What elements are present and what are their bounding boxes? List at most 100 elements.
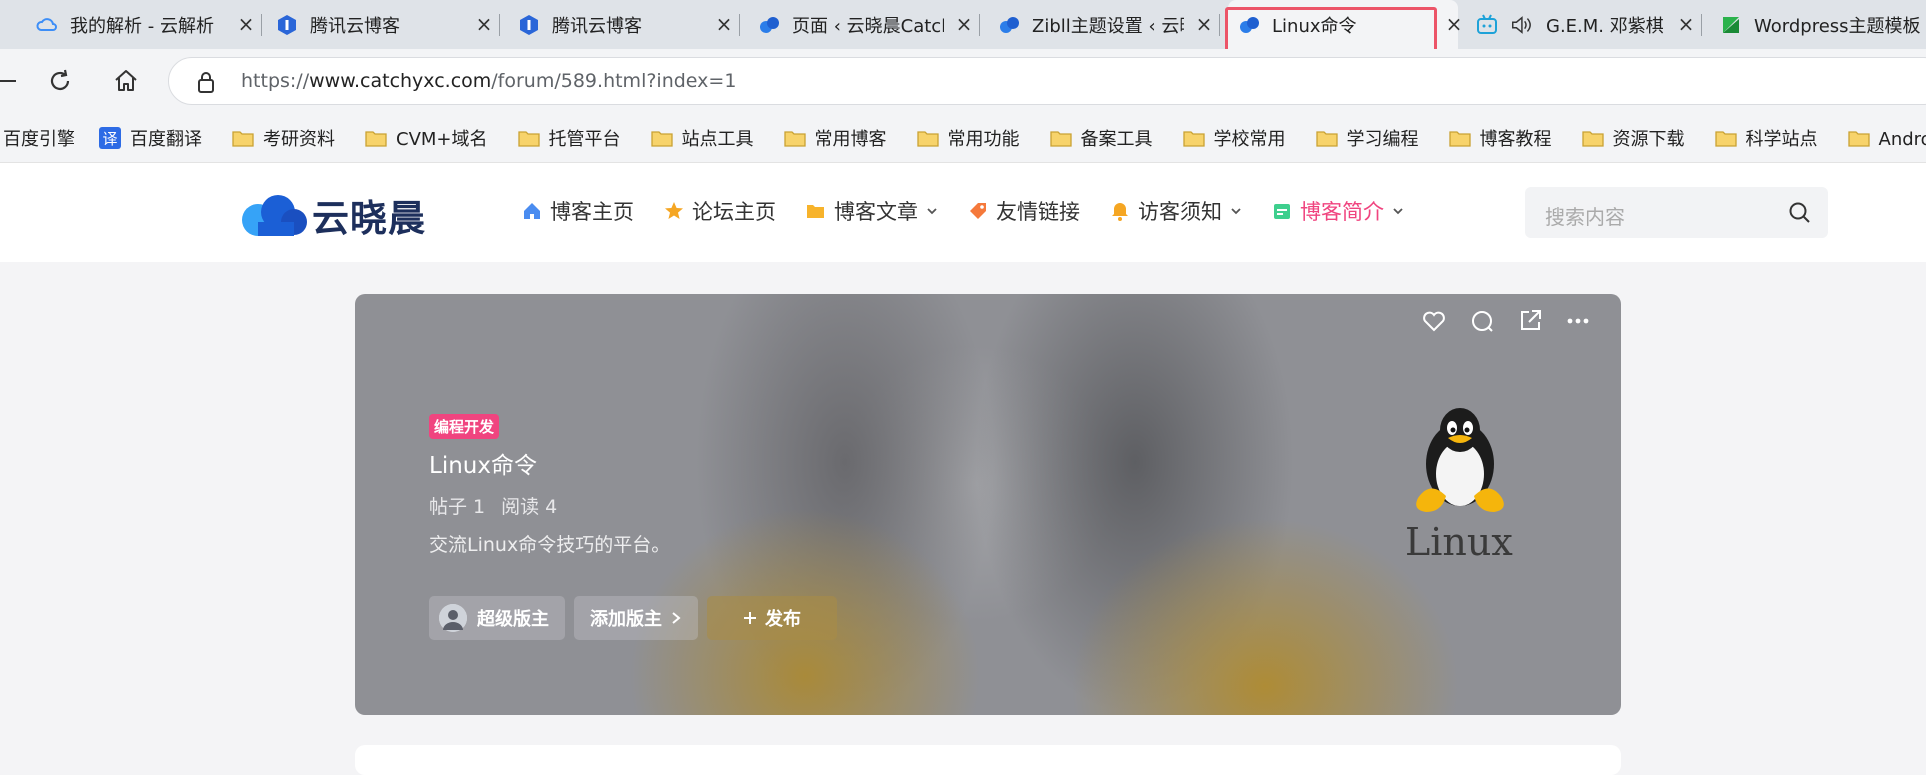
forum-description: 交流Linux命令技巧的平台。 [429,530,670,557]
read-count: 阅读 4 [501,492,557,519]
linux-logo-text: Linux [1405,520,1513,564]
comment-icon[interactable] [1469,308,1495,334]
chevron-down-icon [1392,205,1404,217]
tab-wordpress[interactable]: Wordpress主题模板 [1720,0,1926,49]
nav-label: 博客简介 [1300,196,1384,226]
url-scheme: https:// [241,70,309,92]
tab-zibll[interactable]: Zibll主题设置 ‹ 云晓晨 × [998,0,1214,49]
bookmark-baidu[interactable]: 百度引擎 [3,125,75,151]
folder-icon [651,129,673,147]
folder-icon [784,129,806,147]
forum-hero-card: 编程开发 Linux命令 帖子 1 阅读 4 交流Linux命令技巧的平台。 超… [355,294,1621,715]
add-moderator-button[interactable]: 添加版主 [574,596,698,640]
moderator-label: 超级版主 [477,605,549,631]
close-icon[interactable]: × [1444,14,1464,34]
reload-icon [47,68,73,94]
speaker-icon[interactable] [1510,14,1532,36]
bookmark-translate[interactable]: 译 百度翻译 [99,125,202,151]
bookmark-folder[interactable]: Android开发 [1848,125,1926,151]
chevron-down-icon [926,205,938,217]
post-count: 帖子 1 [429,492,485,519]
bookmark-folder[interactable]: 学校常用 [1183,125,1286,151]
bookmark-folder[interactable]: 站点工具 [651,125,754,151]
tab-divider [1219,14,1220,36]
home-icon [522,201,542,221]
tencent-cloud-icon [518,14,540,36]
publish-button[interactable]: 发布 [707,596,837,640]
close-icon[interactable]: × [236,14,256,34]
hero-actions [1399,308,1591,334]
folder-icon [1449,129,1471,147]
lock-icon[interactable] [195,70,217,98]
tab-title: 我的解析 - 云解析 [70,12,220,38]
bookmark-folder[interactable]: 博客教程 [1449,125,1552,151]
close-icon[interactable]: × [1194,14,1214,34]
nav-blog-articles[interactable]: 博客文章 [806,196,938,226]
browser-tabstrip: 我的解析 - 云解析 × 腾讯云博客 × 腾讯云博客 × 页面 ‹ 云晓晨Cat… [0,0,1926,49]
site-logo[interactable]: 云晓晨 [238,192,426,238]
category-badge[interactable]: 编程开发 [429,414,499,439]
nav-friend-links[interactable]: 友情链接 [968,196,1080,226]
tab-title: 页面 ‹ 云晓晨Catchyxc [792,12,944,38]
heart-icon[interactable] [1421,308,1447,334]
tab-dns[interactable]: 我的解析 - 云解析 × [36,0,256,49]
close-icon[interactable]: × [474,14,494,34]
folder-icon [917,129,939,147]
url-bar[interactable]: https://www.catchyxc.com/forum/589.html?… [168,57,1926,105]
folder-icon [365,129,387,147]
more-icon[interactable] [1565,308,1591,334]
close-icon[interactable]: × [1676,14,1696,34]
bookmark-folder[interactable]: 资源下载 [1582,125,1685,151]
close-icon[interactable]: × [714,14,734,34]
nav-blog-intro[interactable]: 博客简介 [1272,196,1404,226]
publish-label: 发布 [765,605,801,631]
nav-blog-home[interactable]: 博客主页 [522,196,634,226]
nav-visitor-notice[interactable]: 访客须知 [1110,196,1242,226]
bookmark-folder[interactable]: 托管平台 [518,125,621,151]
home-button[interactable] [108,63,144,99]
cloud-dns-icon [36,14,58,36]
tab-tencent-2[interactable]: 腾讯云博客 × [518,0,734,49]
site-logo-icon [998,14,1020,36]
tab-divider [739,14,740,36]
nav-label: 博客主页 [550,196,634,226]
share-icon[interactable] [1517,308,1543,334]
moderator-button[interactable]: 超级版主 [429,596,565,640]
bookmark-folder[interactable]: 科学站点 [1715,125,1818,151]
folder-icon [232,129,254,147]
tab-linux-active[interactable]: Linux命令 × [1228,0,1458,49]
bookmark-folder[interactable]: CVM+域名 [365,125,488,151]
bookmark-folder[interactable]: 学习编程 [1316,125,1419,151]
folder-icon [1050,129,1072,147]
bookmark-label: 百度引擎 [3,125,75,151]
avatar [439,604,467,632]
close-icon[interactable]: × [954,14,974,34]
tab-title: Wordpress主题模板 [1754,12,1924,38]
bookmark-label: 常用功能 [948,125,1020,151]
bookmark-folder[interactable]: 常用博客 [784,125,887,151]
folder-icon [1183,129,1205,147]
site-logo-icon [758,14,780,36]
tab-divider [979,14,980,36]
url-host: www.catchyxc.com [309,70,491,92]
tab-divider [261,14,262,36]
back-button[interactable] [0,63,26,99]
reload-button[interactable] [42,63,78,99]
bookmark-label: 百度翻译 [130,125,202,151]
site-header: 云晓晨 博客主页 论坛主页 博客文章 友情链接 访客须知 博客简介 [0,163,1926,262]
bookmark-folder[interactable]: 备案工具 [1050,125,1153,151]
bookmark-label: 学习编程 [1347,125,1419,151]
search-box[interactable]: 搜索内容 [1525,187,1828,238]
tab-pages[interactable]: 页面 ‹ 云晓晨Catchyxc × [758,0,974,49]
tab-partial[interactable] [0,0,8,49]
tab-tencent-1[interactable]: 腾讯云博客 × [276,0,494,49]
nav-forum-home[interactable]: 论坛主页 [664,196,776,226]
bookmark-label: 科学站点 [1746,125,1818,151]
main-nav: 博客主页 论坛主页 博客文章 友情链接 访客须知 博客简介 [522,196,1434,226]
tab-gem[interactable]: G.E.M. 邓紫棋 × [1476,0,1696,49]
bookmark-label: 学校常用 [1214,125,1286,151]
chevron-right-icon [670,611,682,625]
linux-tux-icon [1400,402,1520,517]
bookmark-folder[interactable]: 考研资料 [232,125,335,151]
bookmark-folder[interactable]: 常用功能 [917,125,1020,151]
